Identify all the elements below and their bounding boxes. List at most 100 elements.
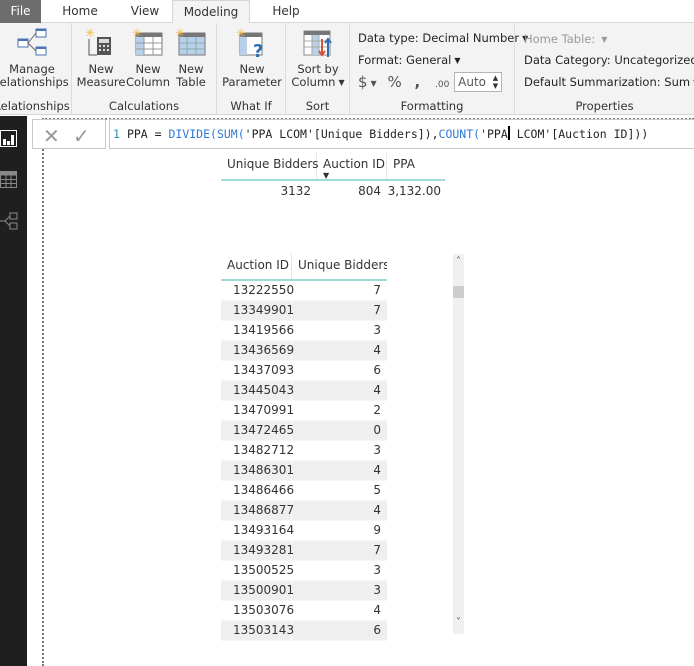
properties-group-label: Properties <box>575 99 634 113</box>
cell-unique-bidders: 3 <box>373 583 381 597</box>
table-row: 13486877 4 <box>221 501 387 521</box>
manage-relationships-button[interactable]: Manage relationships <box>0 27 72 89</box>
sort-by-column-button[interactable]: Sort by Column ▼ <box>288 27 348 89</box>
new-measure-line2: Measure <box>76 75 126 89</box>
table-row: 13500525 3 <box>221 561 387 581</box>
tab-home[interactable]: Home <box>52 0 108 23</box>
table-row: 13503143 6 <box>221 621 387 641</box>
cell-auction-id: 13436569 <box>221 341 294 360</box>
ribbon-tab-bar: File Home View Modeling Help <box>0 0 694 24</box>
manage-label-line2: relationships <box>0 75 69 89</box>
new-table-icon: ✳ <box>175 26 207 59</box>
table-row: 13486301 4 <box>221 461 387 481</box>
formula-input[interactable]: 1 PPA = DIVIDE(SUM('PPA LCOM'[Unique Bidd… <box>109 119 694 149</box>
scroll-down-icon[interactable]: ˅ <box>453 617 464 628</box>
new-measure-button[interactable]: ✳ New Measure <box>76 26 126 89</box>
detail-table[interactable]: Auction ID Unique Bidders 13222550 7 13349… <box>221 253 387 643</box>
whatif-group: ? ✳ New Parameter What If <box>217 23 286 115</box>
table-row: 13472465 0 <box>221 421 387 441</box>
summary-table-row: 3132 804 3,132.00 <box>221 181 445 203</box>
header-auction-id[interactable]: Auction ID <box>221 253 292 279</box>
detail-table-header: Auction ID Unique Bidders <box>221 253 387 281</box>
cell-unique-bidders: 3 <box>373 443 381 457</box>
comma-button[interactable]: , <box>415 73 421 91</box>
cell-unique-bidders: 9 <box>373 523 381 537</box>
table-row: 13493164 9 <box>221 521 387 541</box>
scroll-up-icon[interactable]: ˄ <box>453 256 464 267</box>
svg-text:✳: ✳ <box>175 27 185 40</box>
cell-auction-id: 13486301 <box>221 461 294 480</box>
properties-group: Home Table: ▼ Data Category: Uncategorize… <box>515 23 694 115</box>
header-auction-id[interactable]: Auction ID ▼ <box>317 153 387 180</box>
new-table-button[interactable]: ✳ New Table <box>170 26 212 89</box>
tab-file[interactable]: File <box>0 0 41 23</box>
canvas-border-left <box>42 118 44 666</box>
svg-text:✳: ✳ <box>236 27 246 40</box>
svg-text:?: ? <box>253 41 263 59</box>
detail-table-body: 13222550 7 13349901 7 13419566 3 13436569 4 1343… <box>221 281 387 641</box>
chevron-down-icon: ▼ <box>454 56 461 65</box>
model-view-button[interactable] <box>0 212 18 230</box>
decimal-places-icon: .00 <box>435 79 450 90</box>
table-grid-icon <box>0 171 17 188</box>
view-switcher-sidebar <box>0 116 27 666</box>
header-unique-bidders[interactable]: Unique Bidders <box>221 153 319 179</box>
new-parameter-icon: ? ✳ <box>236 26 268 62</box>
manage-relationships-icon <box>16 27 48 59</box>
header-auction-id-label: Auction ID <box>323 157 385 171</box>
data-view-button[interactable] <box>0 171 18 189</box>
header-ppa[interactable]: PPA <box>387 153 445 179</box>
cell-unique-bidders: 4 <box>373 463 381 477</box>
decimal-places-input[interactable]: Auto ▲ ▼ <box>454 72 503 92</box>
spinner-arrows-icon[interactable]: ▲ ▼ <box>493 74 498 90</box>
tab-modeling[interactable]: Modeling <box>172 0 250 24</box>
model-diagram-icon <box>0 212 18 230</box>
header-unique-bidders[interactable]: Unique Bidders <box>292 253 387 279</box>
formula-fn-divide: DIVIDE( <box>168 127 217 141</box>
cell-unique-bidders: 7 <box>373 283 381 297</box>
tab-view[interactable]: View <box>120 0 170 23</box>
cell-auction-id: 13500525 <box>221 561 294 580</box>
data-category-dropdown[interactable]: Data Category: Uncategorized▼ <box>524 53 694 67</box>
table-row: 13470991 2 <box>221 401 387 421</box>
home-table-label: Home Table: <box>524 32 596 46</box>
cancel-formula-button[interactable]: ✕ <box>43 124 60 148</box>
scroll-thumb[interactable] <box>453 286 464 298</box>
cell-unique-bidders: 5 <box>373 483 381 497</box>
cell-auction-id: 13503076 <box>221 601 294 620</box>
formatting-group-label: Formatting <box>400 99 464 113</box>
data-type-dropdown[interactable]: Data type: Decimal Number ▼ <box>358 31 528 45</box>
new-column-button[interactable]: ✳ New Column <box>126 26 170 89</box>
cell-unique-bidders: 3132 <box>280 184 311 198</box>
commit-formula-button[interactable]: ✓ <box>73 124 90 148</box>
cell-auction-id: 13500901 <box>221 581 294 600</box>
new-parameter-button[interactable]: ? ✳ New Parameter <box>221 26 283 89</box>
sort-by-column-icon <box>302 27 334 59</box>
table-row: 13486466 5 <box>221 481 387 501</box>
format-dropdown[interactable]: Format: General ▼ <box>358 53 461 67</box>
data-category-label: Data Category: Uncategorized <box>524 53 694 67</box>
percent-button[interactable]: % <box>387 73 401 91</box>
bar-chart-icon <box>0 130 17 147</box>
calculator-icon: ✳ <box>85 26 117 59</box>
table-row: 13500901 3 <box>221 581 387 601</box>
calculations-group-label: Calculations <box>108 99 180 113</box>
default-summarization-dropdown[interactable]: Default Summarization: Sum▼ <box>524 75 694 89</box>
report-view-button[interactable] <box>0 130 18 148</box>
formula-text-3: 'PPA <box>480 127 508 141</box>
cell-auction-id: 13349901 <box>221 301 294 320</box>
tab-help[interactable]: Help <box>262 0 310 23</box>
home-table-dropdown[interactable]: Home Table: ▼ <box>524 32 607 46</box>
currency-button[interactable]: $ ▼ <box>358 73 377 91</box>
summary-table[interactable]: Unique Bidders Auction ID ▼ PPA 3132 804 … <box>221 153 445 203</box>
table-row: 13419566 3 <box>221 321 387 341</box>
detail-table-scrollbar[interactable]: ˄ ˅ <box>453 254 464 634</box>
cell-auction-id: 13419566 <box>221 321 294 340</box>
table-row: 13445043 4 <box>221 381 387 401</box>
formula-text-4: LCOM'[Auction ID])) <box>509 127 649 141</box>
cell-unique-bidders: 7 <box>373 543 381 557</box>
chevron-down-icon: ▼ <box>338 78 345 87</box>
cell-unique-bidders: 7 <box>373 303 381 317</box>
summary-table-header: Unique Bidders Auction ID ▼ PPA <box>221 153 445 181</box>
ribbon: Manage relationships Relationships ✳ New… <box>0 23 694 115</box>
